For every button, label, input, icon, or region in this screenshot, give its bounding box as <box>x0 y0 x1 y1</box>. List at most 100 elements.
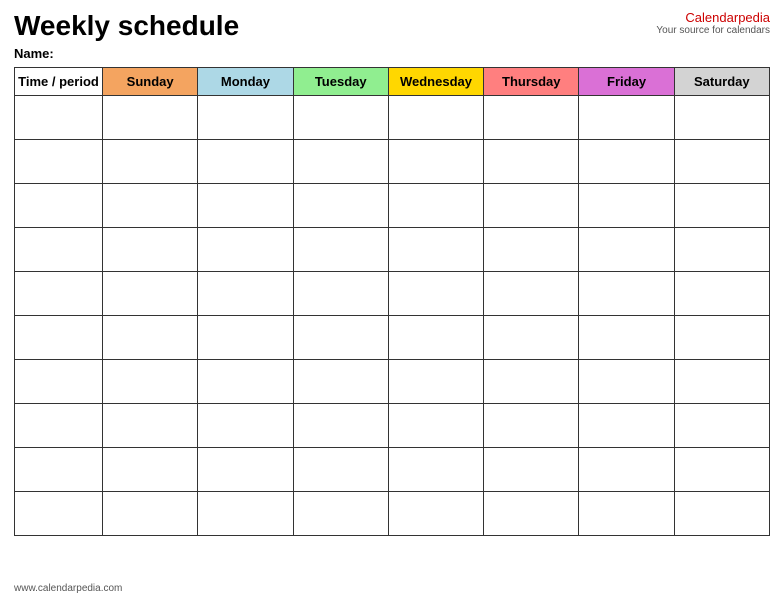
cell-day[interactable] <box>198 96 293 140</box>
brand-tagline: Your source for calendars <box>656 25 770 36</box>
cell-day[interactable] <box>103 272 198 316</box>
cell-day[interactable] <box>674 360 769 404</box>
cell-day[interactable] <box>484 448 579 492</box>
cell-day[interactable] <box>293 492 388 536</box>
cell-day[interactable] <box>198 492 293 536</box>
cell-day[interactable] <box>579 448 674 492</box>
cell-day[interactable] <box>388 140 483 184</box>
cell-day[interactable] <box>674 272 769 316</box>
cell-day[interactable] <box>198 404 293 448</box>
cell-day[interactable] <box>293 184 388 228</box>
cell-time[interactable] <box>15 404 103 448</box>
cell-day[interactable] <box>484 228 579 272</box>
cell-day[interactable] <box>579 272 674 316</box>
cell-time[interactable] <box>15 140 103 184</box>
cell-day[interactable] <box>674 228 769 272</box>
cell-time[interactable] <box>15 316 103 360</box>
schedule-table: Time / period Sunday Monday Tuesday Wedn… <box>14 67 770 536</box>
cell-day[interactable] <box>198 360 293 404</box>
cell-day[interactable] <box>103 404 198 448</box>
col-header-time: Time / period <box>15 68 103 96</box>
cell-day[interactable] <box>674 448 769 492</box>
cell-day[interactable] <box>579 360 674 404</box>
cell-day[interactable] <box>484 360 579 404</box>
cell-day[interactable] <box>198 184 293 228</box>
cell-day[interactable] <box>388 228 483 272</box>
cell-day[interactable] <box>103 228 198 272</box>
col-header-saturday: Saturday <box>674 68 769 96</box>
cell-day[interactable] <box>674 316 769 360</box>
cell-day[interactable] <box>293 316 388 360</box>
cell-day[interactable] <box>674 140 769 184</box>
cell-day[interactable] <box>388 492 483 536</box>
cell-day[interactable] <box>579 140 674 184</box>
cell-day[interactable] <box>293 96 388 140</box>
brand-box: Calendarpedia Your source for calendars <box>656 10 770 36</box>
table-row <box>15 316 770 360</box>
cell-day[interactable] <box>293 360 388 404</box>
col-header-sunday: Sunday <box>103 68 198 96</box>
cell-day[interactable] <box>198 316 293 360</box>
cell-day[interactable] <box>198 448 293 492</box>
cell-day[interactable] <box>674 404 769 448</box>
cell-day[interactable] <box>293 140 388 184</box>
page: Weekly schedule Calendarpedia Your sourc… <box>0 0 784 600</box>
cell-time[interactable] <box>15 492 103 536</box>
cell-day[interactable] <box>103 492 198 536</box>
cell-time[interactable] <box>15 272 103 316</box>
cell-day[interactable] <box>103 184 198 228</box>
header-row: Weekly schedule Calendarpedia Your sourc… <box>14 10 770 42</box>
cell-day[interactable] <box>674 184 769 228</box>
cell-day[interactable] <box>293 228 388 272</box>
cell-time[interactable] <box>15 228 103 272</box>
cell-day[interactable] <box>484 184 579 228</box>
cell-day[interactable] <box>484 404 579 448</box>
cell-day[interactable] <box>293 448 388 492</box>
cell-day[interactable] <box>293 404 388 448</box>
table-row <box>15 492 770 536</box>
cell-day[interactable] <box>198 228 293 272</box>
cell-time[interactable] <box>15 184 103 228</box>
brand-name-part1: Calendar <box>685 10 738 25</box>
cell-time[interactable] <box>15 96 103 140</box>
col-header-thursday: Thursday <box>484 68 579 96</box>
cell-day[interactable] <box>484 96 579 140</box>
cell-day[interactable] <box>388 316 483 360</box>
cell-day[interactable] <box>388 360 483 404</box>
cell-day[interactable] <box>103 316 198 360</box>
table-row <box>15 272 770 316</box>
cell-day[interactable] <box>103 360 198 404</box>
table-row <box>15 184 770 228</box>
cell-day[interactable] <box>484 316 579 360</box>
cell-day[interactable] <box>388 404 483 448</box>
cell-day[interactable] <box>674 96 769 140</box>
cell-day[interactable] <box>579 316 674 360</box>
cell-day[interactable] <box>388 184 483 228</box>
table-row <box>15 448 770 492</box>
cell-day[interactable] <box>103 96 198 140</box>
cell-day[interactable] <box>579 184 674 228</box>
cell-day[interactable] <box>484 492 579 536</box>
cell-day[interactable] <box>388 448 483 492</box>
cell-day[interactable] <box>103 140 198 184</box>
cell-day[interactable] <box>293 272 388 316</box>
cell-day[interactable] <box>484 272 579 316</box>
cell-day[interactable] <box>579 96 674 140</box>
table-row <box>15 404 770 448</box>
cell-day[interactable] <box>198 140 293 184</box>
cell-day[interactable] <box>484 140 579 184</box>
cell-day[interactable] <box>388 272 483 316</box>
cell-day[interactable] <box>579 492 674 536</box>
cell-day[interactable] <box>103 448 198 492</box>
cell-day[interactable] <box>674 492 769 536</box>
cell-time[interactable] <box>15 448 103 492</box>
col-header-wednesday: Wednesday <box>388 68 483 96</box>
schedule-body <box>15 96 770 536</box>
cell-day[interactable] <box>579 228 674 272</box>
page-title: Weekly schedule <box>14 10 239 42</box>
col-header-friday: Friday <box>579 68 674 96</box>
cell-time[interactable] <box>15 360 103 404</box>
cell-day[interactable] <box>198 272 293 316</box>
cell-day[interactable] <box>388 96 483 140</box>
cell-day[interactable] <box>579 404 674 448</box>
